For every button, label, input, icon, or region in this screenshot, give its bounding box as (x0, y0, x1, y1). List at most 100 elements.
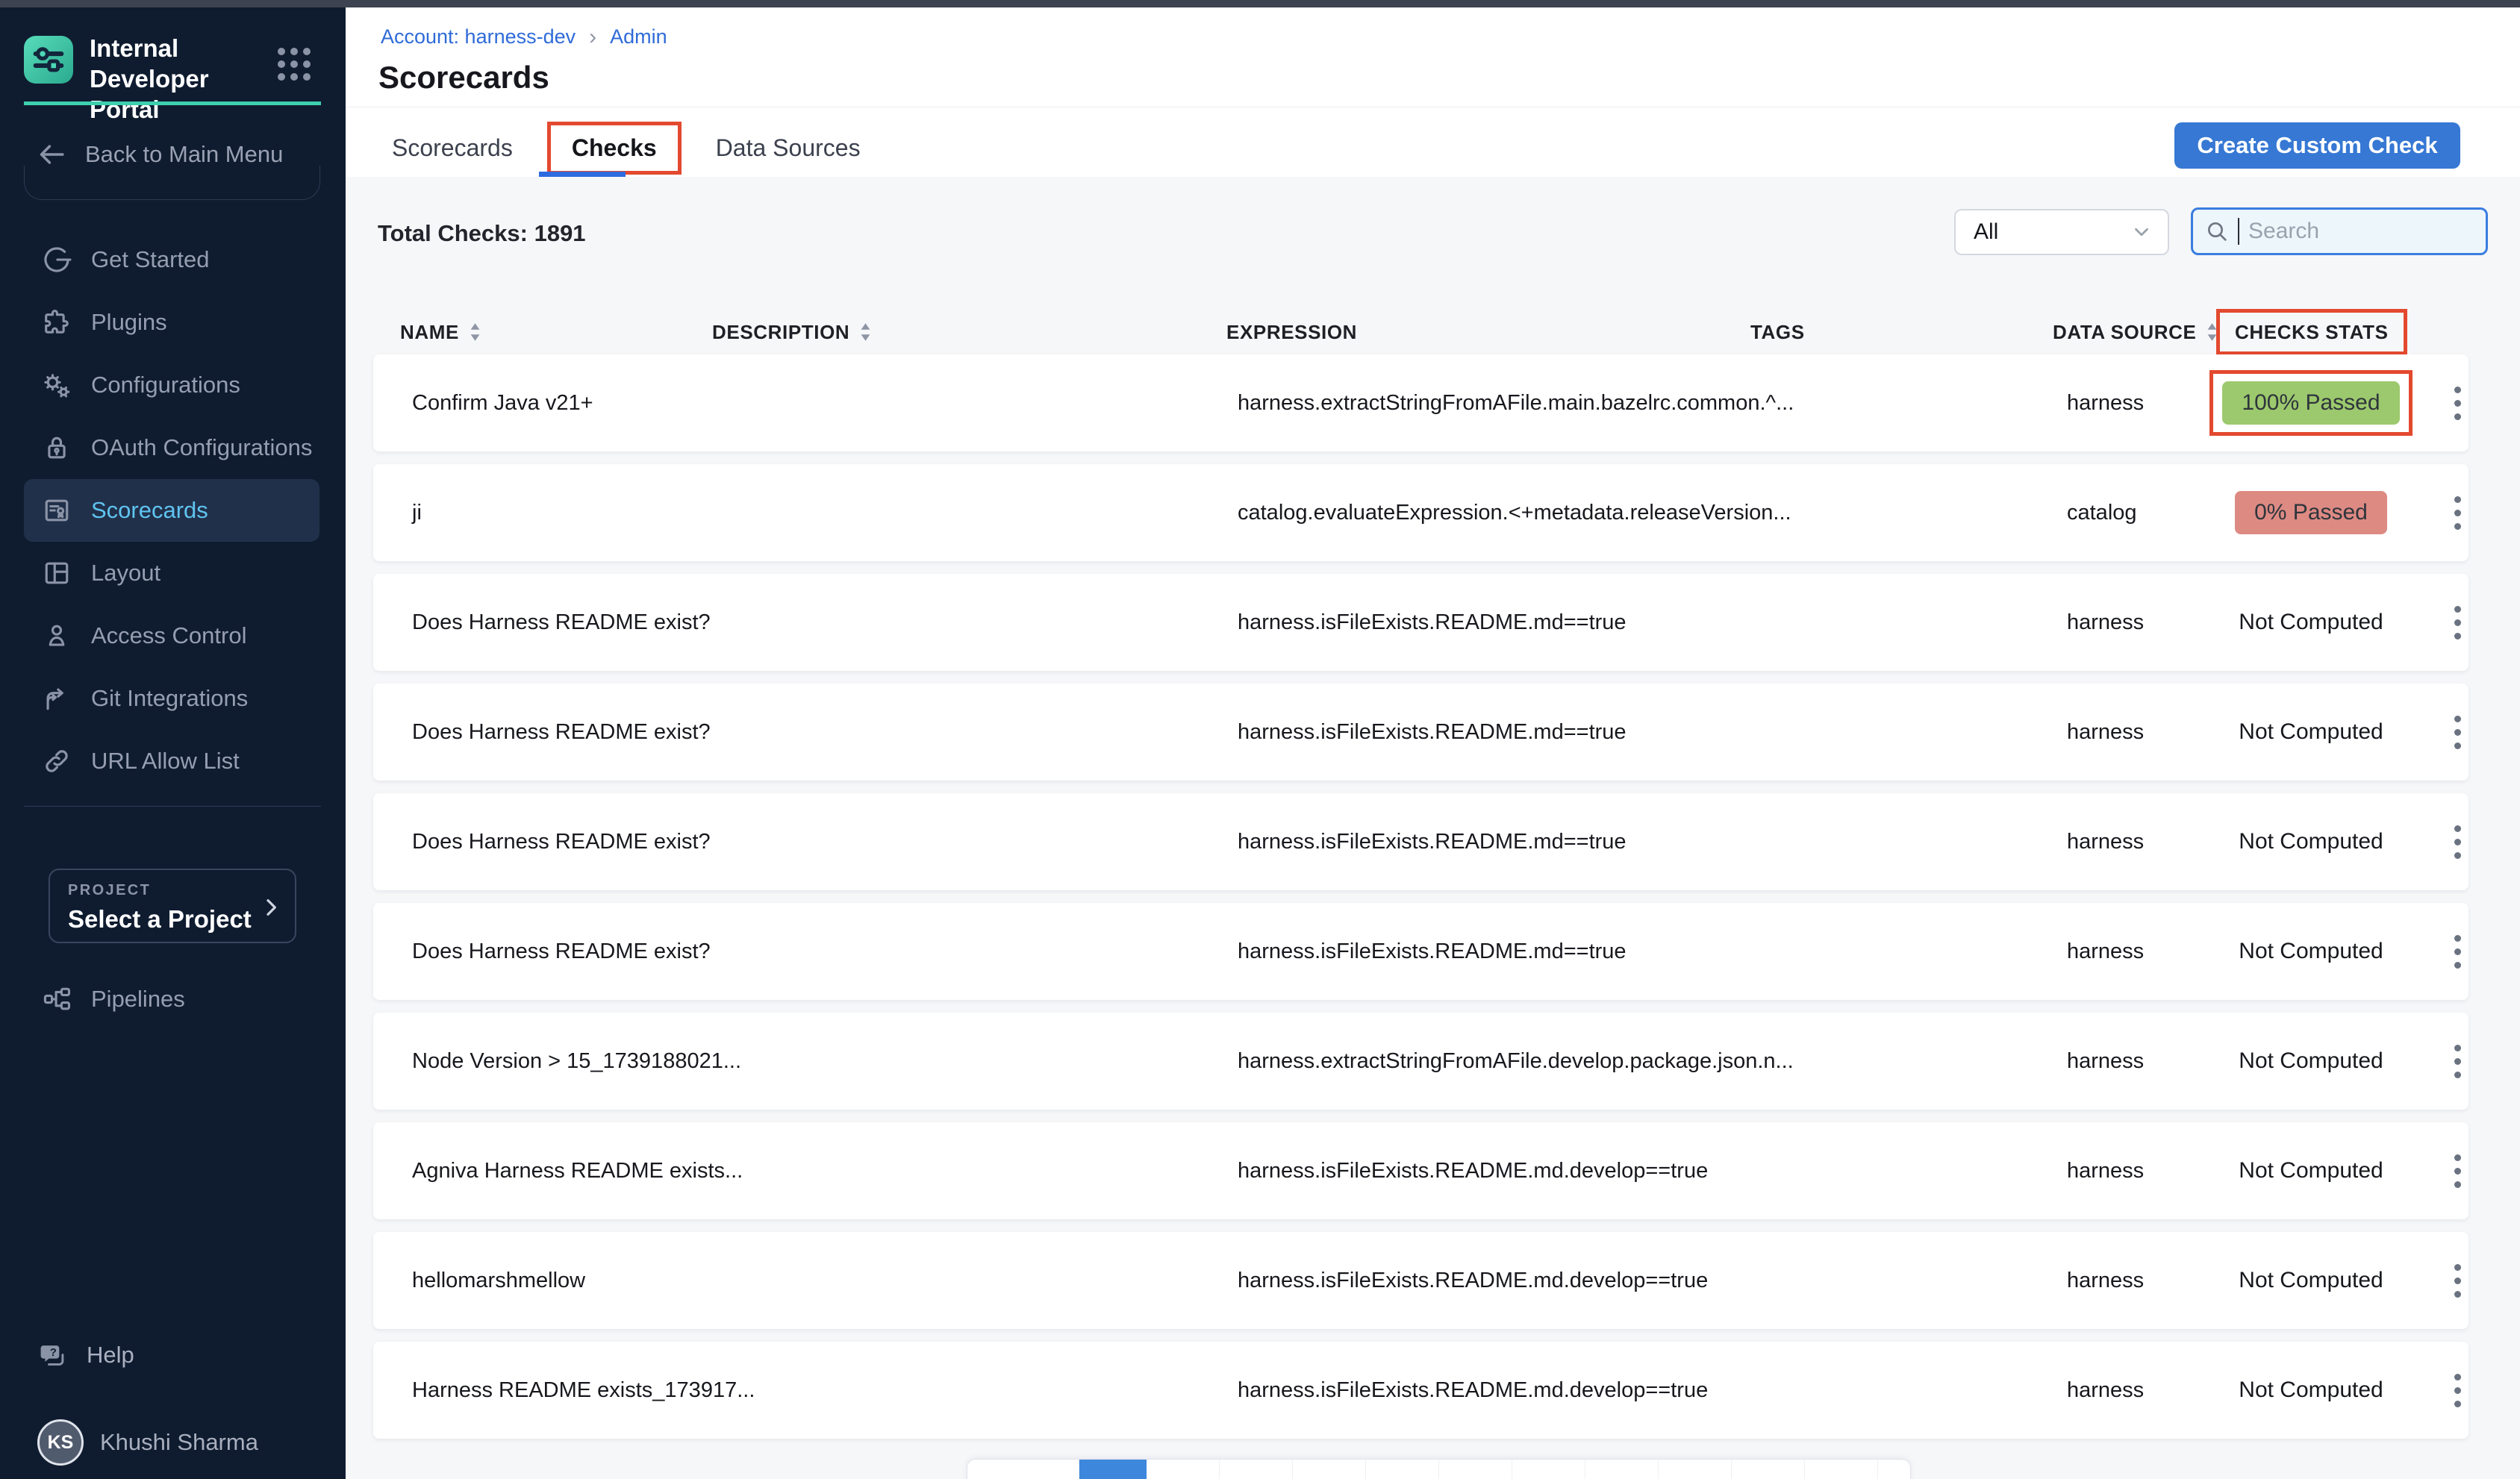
text-cursor (2238, 218, 2239, 245)
sidebar-item-url-allow-list[interactable]: URL Allow List (24, 730, 319, 792)
row-menu-button[interactable] (2441, 793, 2474, 890)
table-row[interactable]: Does Harness README exist?harness.isFile… (373, 793, 2468, 890)
stats-badge-passed: 100% Passed (2222, 381, 2399, 425)
row-menu-button[interactable] (2441, 574, 2474, 671)
create-custom-check-button[interactable]: Create Custom Check (2174, 122, 2460, 169)
sidebar-item-git-integrations[interactable]: Git Integrations (24, 667, 319, 730)
sidebar-section-divider (24, 166, 320, 200)
column-header-expression: EXPRESSION (1226, 304, 1357, 360)
kebab-dot-icon (2454, 825, 2461, 832)
check-name: Does Harness README exist? (412, 574, 711, 671)
pagination-page[interactable] (1805, 1460, 1878, 1479)
sidebar-divider (24, 806, 321, 807)
breadcrumb-account-link[interactable]: Account: harness-dev (381, 25, 576, 49)
row-menu-button[interactable] (2441, 903, 2474, 1000)
help-button[interactable]: ? Help (37, 1339, 134, 1372)
main-content: Account: harness-dev Admin Scorecards Sc… (346, 7, 2520, 1479)
sort-icon[interactable] (470, 322, 481, 342)
page-title: Scorecards (378, 60, 549, 96)
pagination-page[interactable] (1293, 1460, 1366, 1479)
tab-data-sources[interactable]: Data Sources (716, 134, 861, 162)
pagination-page[interactable] (1732, 1460, 1805, 1479)
link-icon (40, 745, 73, 778)
breadcrumb-admin-link[interactable]: Admin (610, 25, 667, 49)
kebab-dot-icon (2454, 1072, 2461, 1078)
filter-dropdown[interactable]: All (1954, 209, 2169, 255)
kebab-dot-icon (2454, 400, 2461, 407)
check-data-source: harness (2067, 574, 2144, 671)
pagination-page[interactable] (1220, 1460, 1293, 1479)
sidebar-item-layout[interactable]: Layout (24, 542, 319, 604)
table-row[interactable]: jicatalog.evaluateExpression.<+metadata.… (373, 464, 2468, 561)
sidebar-item-plugins[interactable]: Plugins (24, 291, 319, 354)
check-data-source: harness (2067, 684, 2144, 781)
sidebar-item-label: Pipelines (91, 986, 185, 1013)
sidebar-item-get-started[interactable]: Get Started (24, 228, 319, 291)
check-data-source: harness (2067, 1013, 2144, 1110)
column-header-checks-stats: CHECKS STATS (2216, 304, 2407, 360)
sort-icon[interactable] (860, 322, 871, 342)
stats-not-computed: Not Computed (2239, 610, 2383, 635)
check-expression: harness.extractStringFromAFile.main.baze… (1238, 354, 1794, 451)
kebab-dot-icon (2454, 496, 2461, 503)
kebab-dot-icon (2454, 1387, 2461, 1394)
kebab-dot-icon (2454, 1278, 2461, 1284)
sidebar-item-label: Configurations (91, 372, 240, 398)
project-value: Select a Project (68, 905, 277, 934)
search-input[interactable] (2248, 219, 2457, 244)
app-launcher-icon[interactable] (278, 48, 318, 84)
stats-not-computed: Not Computed (2239, 1268, 2383, 1293)
row-menu-button[interactable] (2441, 684, 2474, 781)
kebab-dot-icon (2454, 1264, 2461, 1271)
kebab-dot-icon (2454, 619, 2461, 626)
kebab-dot-icon (2454, 387, 2461, 393)
stats-not-computed: Not Computed (2239, 1158, 2383, 1183)
table-row[interactable]: Confirm Java v21+harness.extractStringFr… (373, 354, 2468, 451)
check-stats: Not Computed (2199, 1122, 2423, 1219)
pagination-page[interactable] (1659, 1460, 1732, 1479)
kebab-dot-icon (2454, 948, 2461, 955)
row-menu-button[interactable] (2441, 1122, 2474, 1219)
sidebar-item-pipelines[interactable]: Pipelines (24, 968, 319, 1031)
pagination-page[interactable] (1147, 1460, 1220, 1479)
table-row[interactable]: Agniva Harness README exists...harness.i… (373, 1122, 2468, 1219)
tab-scorecards[interactable]: Scorecards (392, 134, 513, 162)
row-menu-button[interactable] (2441, 1013, 2474, 1110)
table-row[interactable]: Node Version > 15_1739188021...harness.e… (373, 1013, 2468, 1110)
row-menu-button[interactable] (2441, 1232, 2474, 1329)
check-data-source: harness (2067, 793, 2144, 890)
sidebar-item-oauth-configurations[interactable]: OAuth Configurations (24, 416, 319, 479)
pagination-page[interactable] (1585, 1460, 1659, 1479)
check-stats: Not Computed (2199, 1013, 2423, 1110)
pagination-page-active[interactable] (1079, 1460, 1147, 1479)
app-window: Internal Developer Portal Back to Main M… (0, 0, 2520, 1479)
table-row[interactable]: hellomarshmellowharness.isFileExists.REA… (373, 1232, 2468, 1329)
column-header-data-source: DATA SOURCE (2053, 304, 2218, 360)
pagination-page[interactable] (1439, 1460, 1512, 1479)
pagination-page[interactable] (1366, 1460, 1439, 1479)
tab-bar: Scorecards Checks Data Sources (392, 116, 861, 179)
search-box[interactable] (2191, 207, 2488, 255)
pipelines-icon (40, 983, 73, 1016)
tab-checks[interactable]: Checks (547, 122, 682, 175)
check-expression: harness.isFileExists.README.md.develop==… (1238, 1232, 1708, 1329)
pagination-prev[interactable] (967, 1460, 1079, 1479)
pagination-page[interactable] (1512, 1460, 1585, 1479)
row-menu-button[interactable] (2441, 464, 2474, 561)
sidebar-item-scorecards[interactable]: Scorecards (24, 479, 319, 542)
row-menu-button[interactable] (2441, 354, 2474, 451)
checks-table-body: Confirm Java v21+harness.extractStringFr… (373, 354, 2468, 1451)
check-data-source: harness (2067, 1122, 2144, 1219)
table-row[interactable]: Does Harness README exist?harness.isFile… (373, 684, 2468, 781)
kebab-dot-icon (2454, 413, 2461, 420)
table-row[interactable]: Does Harness README exist?harness.isFile… (373, 903, 2468, 1000)
sidebar-item-configurations[interactable]: Configurations (24, 354, 319, 416)
user-menu[interactable]: KS Khushi Sharma (37, 1419, 258, 1466)
project-selector[interactable]: PROJECT Select a Project (49, 869, 296, 943)
table-row[interactable]: Harness README exists_173917...harness.i… (373, 1342, 2468, 1439)
check-name: Node Version > 15_1739188021... (412, 1013, 741, 1110)
row-menu-button[interactable] (2441, 1342, 2474, 1439)
table-row[interactable]: Does Harness README exist?harness.isFile… (373, 574, 2468, 671)
kebab-dot-icon (2454, 510, 2461, 516)
sidebar-item-access-control[interactable]: Access Control (24, 604, 319, 667)
